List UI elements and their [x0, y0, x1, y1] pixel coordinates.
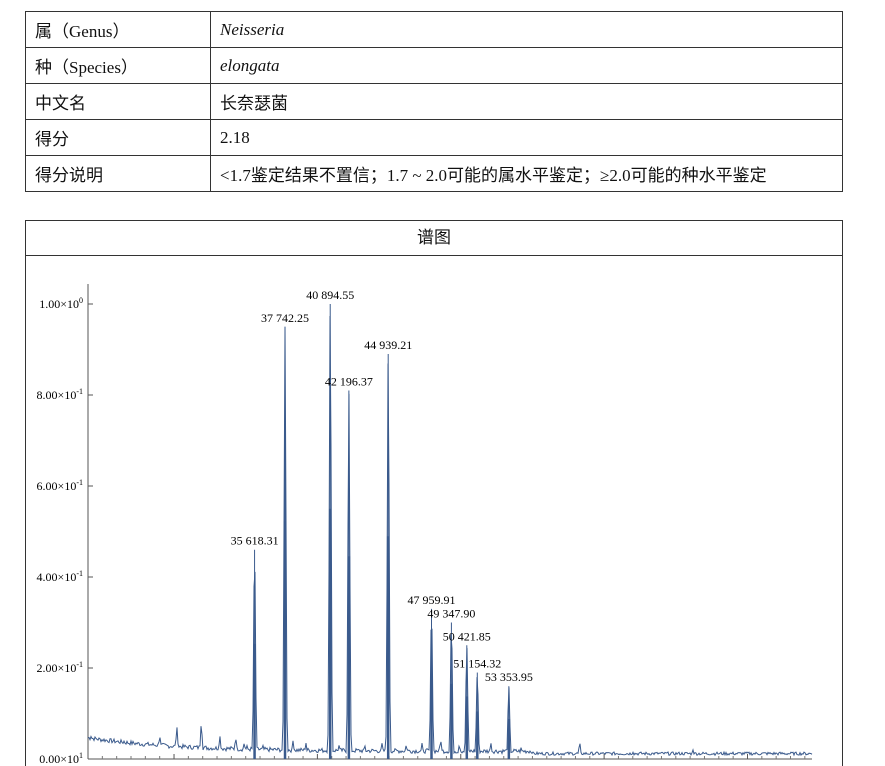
peak-label: 47 959.91 — [408, 593, 456, 607]
peak-label: 35 618.31 — [231, 534, 279, 548]
peak-label: 44 939.21 — [364, 338, 412, 352]
peak-label: 40 894.55 — [306, 288, 354, 302]
info-row: 种（Species） elongata — [25, 47, 843, 84]
y-tick-label: 2.00×10-1 — [37, 660, 83, 675]
info-label: 种（Species） — [25, 47, 211, 84]
peak-label: 42 196.37 — [325, 374, 373, 388]
info-value: 长奈瑟菌 — [210, 83, 843, 120]
info-row: 属（Genus） Neisseria — [25, 11, 843, 48]
info-row: 得分说明 <1.7鉴定结果不置信；1.7 ~ 2.0可能的属水平鉴定；≥2.0可能… — [25, 155, 843, 192]
peak-label: 49 347.90 — [427, 607, 475, 621]
info-value: 2.18 — [210, 119, 843, 156]
info-row: 中文名 长奈瑟菌 — [25, 83, 843, 120]
peak-label: 50 421.85 — [443, 629, 491, 643]
y-tick-label: 1.00×100 — [39, 296, 83, 311]
info-label: 属（Genus） — [25, 11, 211, 48]
info-row: 得分 2.18 — [25, 119, 843, 156]
peak-label: 53 353.95 — [485, 670, 533, 684]
spectrum-chart: 0.00×101 2.00×10-1 4.00×10-1 6.00×10-1 8.00×… — [37, 284, 813, 766]
spectrum-panel: 谱图 0.00×101 2.00×10-1 4.00×10-1 6.00×10-1 8.… — [25, 220, 843, 766]
info-label: 得分说明 — [25, 155, 211, 192]
info-table: 属（Genus） Neisseria 种（Species） elongata 中文名 长奈… — [25, 11, 843, 192]
info-value: <1.7鉴定结果不置信；1.7 ~ 2.0可能的属水平鉴定；≥2.0可能的种水平… — [210, 155, 843, 192]
peak-label: 37 742.25 — [261, 311, 309, 325]
spectrum-title: 谱图 — [26, 221, 842, 256]
info-value: elongata — [210, 47, 843, 84]
info-label: 得分 — [25, 119, 211, 156]
y-tick-label: 8.00×10-1 — [37, 387, 83, 402]
y-tick-label: 0.00×101 — [39, 751, 83, 766]
y-tick-label: 6.00×10-1 — [37, 478, 83, 493]
info-value: Neisseria — [210, 11, 843, 48]
peak-label: 51 154.32 — [453, 657, 501, 671]
y-tick-label: 4.00×10-1 — [37, 569, 83, 584]
spectrum-line — [87, 315, 813, 757]
info-label: 中文名 — [25, 83, 211, 120]
